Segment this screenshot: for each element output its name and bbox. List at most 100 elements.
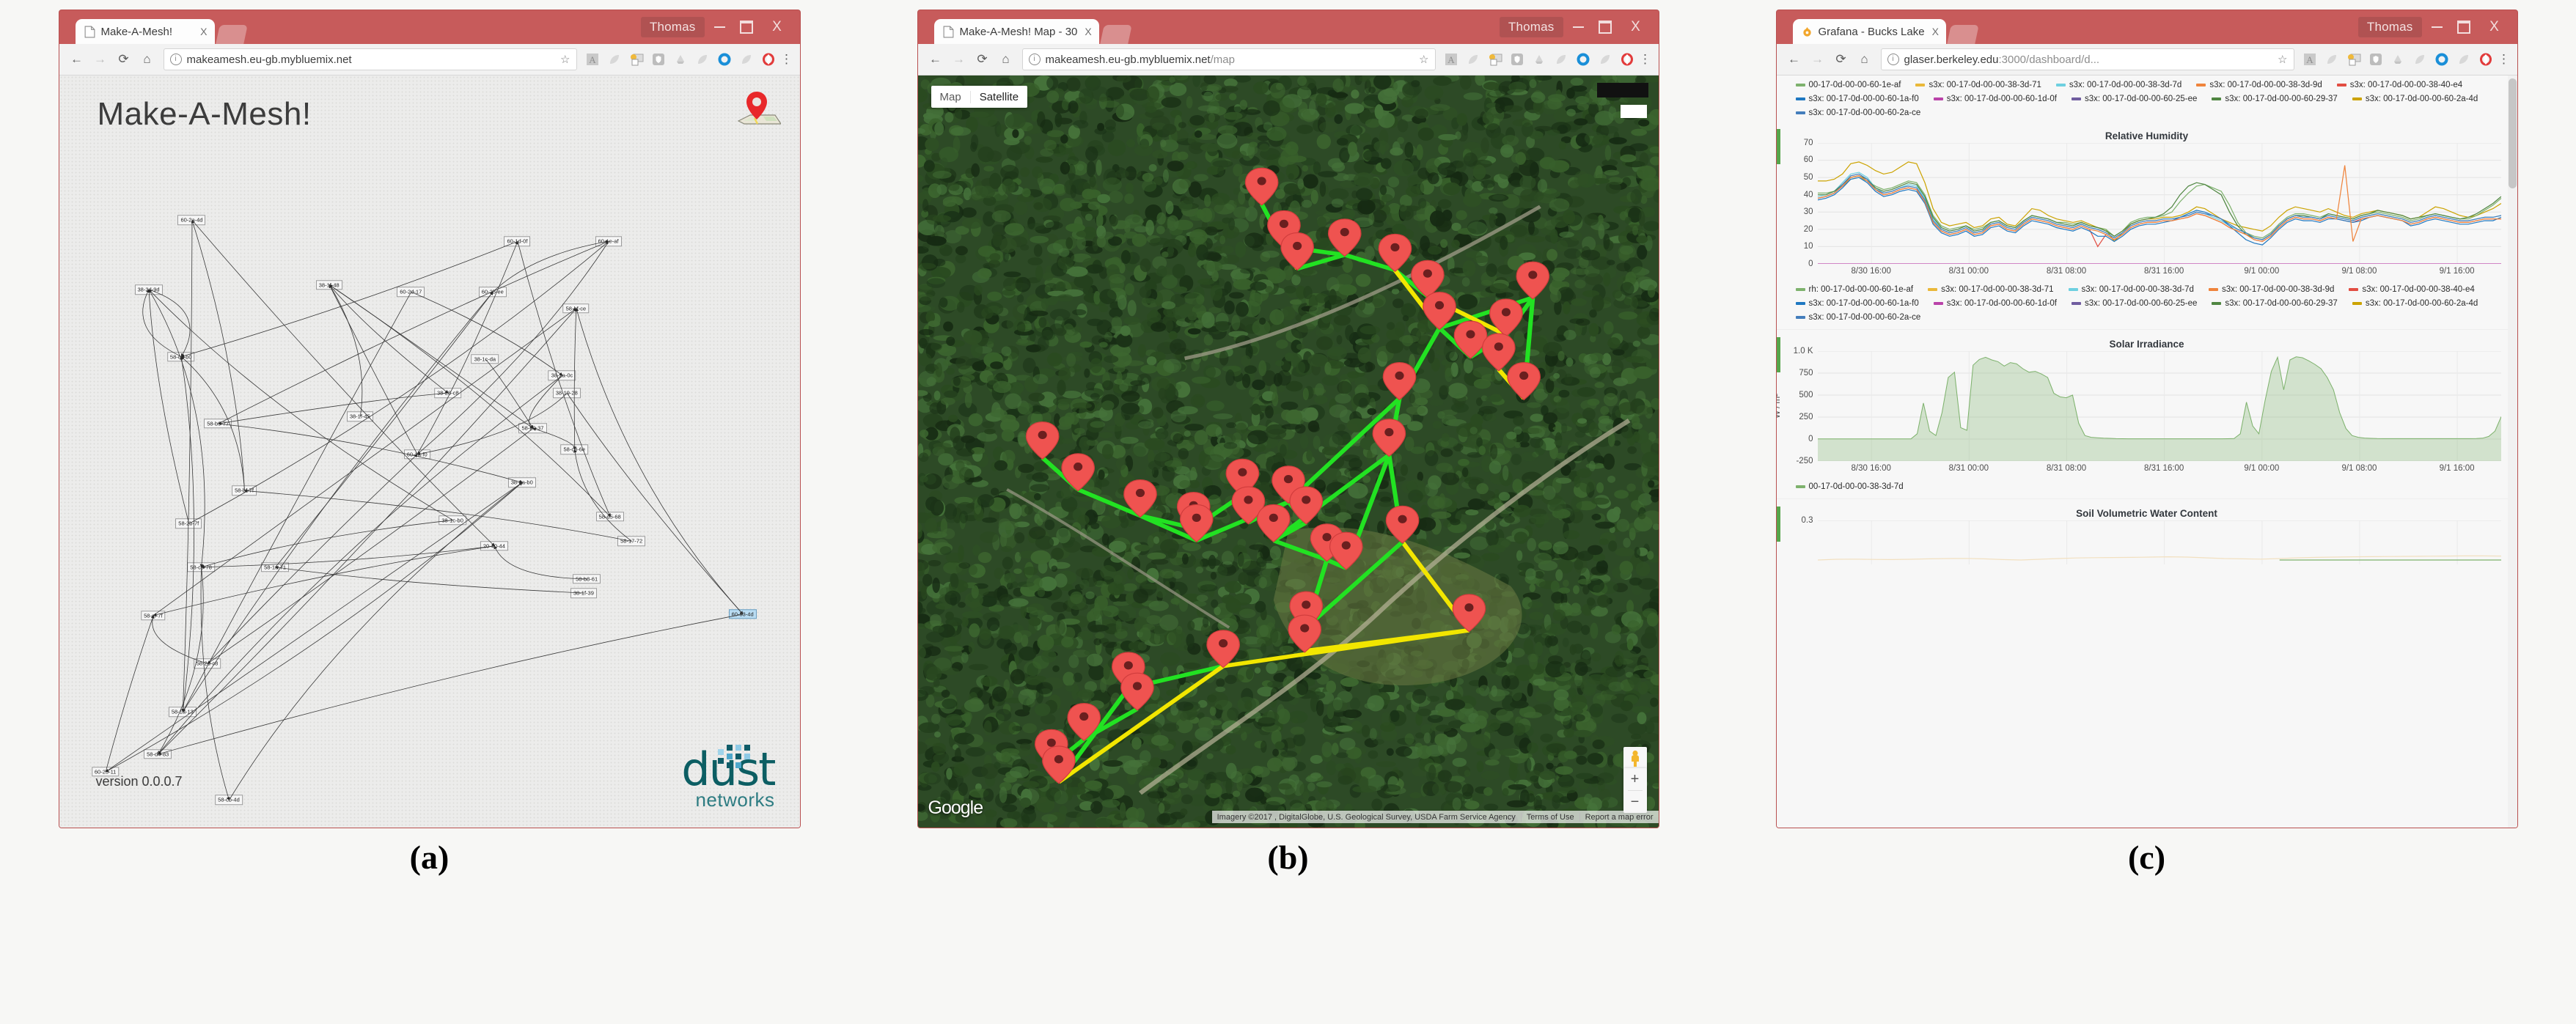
mesh-node[interactable]: 20-40-44: [480, 541, 508, 551]
home-button[interactable]: ⌂: [997, 50, 1016, 69]
mesh-node[interactable]: 58-1a-13: [168, 707, 197, 717]
mesh-node[interactable]: 38-1f-48: [315, 279, 342, 290]
legend-item[interactable]: s3x: 00-17-0d-00-00-60-1d-0f: [1933, 297, 2057, 311]
forward-button[interactable]: →: [950, 50, 969, 69]
new-tab-button[interactable]: [1947, 25, 1979, 44]
legend-item[interactable]: s3x: 00-17-0d-00-00-38-3d-7d: [2068, 283, 2194, 297]
bookmark-star-icon[interactable]: ☆: [2278, 53, 2287, 66]
legend-item[interactable]: s3x: 00-17-0d-00-00-60-2a-ce: [1795, 311, 1920, 325]
opera-extension-icon[interactable]: [760, 51, 777, 68]
legend-item[interactable]: s3x: 00-17-0d-00-00-60-1d-0f: [1933, 92, 2057, 106]
map-type-control[interactable]: Map Satellite: [931, 86, 1028, 108]
reload-button[interactable]: ⟳: [114, 50, 133, 69]
browser-menu-button[interactable]: ⋮: [779, 52, 794, 67]
legend-item[interactable]: s3x: 00-17-0d-00-00-60-2a-4d: [2352, 297, 2478, 311]
bookmark-star-icon[interactable]: ☆: [560, 53, 570, 66]
pdf-extension-icon[interactable]: A: [584, 51, 601, 68]
drive-extension-icon[interactable]: [2389, 51, 2407, 68]
leaf3-extension-icon[interactable]: [738, 51, 755, 68]
site-info-icon[interactable]: i: [1028, 54, 1041, 65]
shield-extension-icon[interactable]: [2367, 51, 2385, 68]
mesh-node[interactable]: 58-ca-b0: [166, 351, 195, 362]
mesh-node[interactable]: 58-cf-7f: [141, 610, 166, 621]
new-tab-button[interactable]: [1099, 25, 1132, 44]
leaf-extension-icon[interactable]: [2323, 51, 2341, 68]
site-info-icon[interactable]: i: [169, 54, 182, 65]
scrollbar-thumb[interactable]: [2508, 78, 2517, 188]
legend-item[interactable]: s3x: 00-17-0d-00-00-60-2a-ce: [1795, 106, 1920, 120]
pdf-extension-icon[interactable]: A: [1442, 51, 1460, 68]
mesh-node[interactable]: 60-1e-af: [595, 236, 622, 246]
close-button[interactable]: X: [765, 18, 790, 37]
mesh-node[interactable]: 60-1d-0f: [504, 236, 531, 246]
drive-extension-icon[interactable]: [672, 51, 689, 68]
tab-grafana[interactable]: Grafana - Bucks Lake X: [1792, 19, 1946, 44]
mesh-node[interactable]: 58-c8-6e: [560, 444, 589, 455]
profile-chip[interactable]: Thomas: [1499, 17, 1563, 37]
mesh-node[interactable]: 58-cb-4d: [215, 795, 243, 806]
leaf-extension-icon[interactable]: [606, 51, 623, 68]
mesh-node[interactable]: 38-2a-0c: [548, 370, 576, 380]
shield-extension-icon[interactable]: [1508, 51, 1526, 68]
browser-menu-button[interactable]: ⋮: [1638, 52, 1653, 67]
mesh-node[interactable]: 58-b8-61: [573, 574, 601, 584]
legend-item[interactable]: s3x: 00-17-0d-00-00-38-40-e4: [2349, 283, 2475, 297]
legend-item[interactable]: s3x: 00-17-0d-00-00-60-2a-4d: [2352, 92, 2478, 106]
legend-item[interactable]: 00-17-0d-00-00-38-3d-7d: [1795, 480, 1904, 494]
leaf2-extension-icon[interactable]: [694, 51, 711, 68]
page-scrollbar[interactable]: [2507, 75, 2517, 828]
mesh-node[interactable]: 58-c9-78: [187, 562, 215, 572]
mesh-node[interactable]: 58-1a-71: [261, 562, 290, 572]
mesh-node[interactable]: 38-19-28: [552, 388, 581, 399]
reload-button[interactable]: ⟳: [1832, 50, 1851, 69]
browser-menu-button[interactable]: ⋮: [2497, 52, 2511, 67]
mesh-node[interactable]: 38-1c-b0: [438, 515, 466, 526]
legend-item[interactable]: s3x: 00-17-0d-00-00-38-3d-9d: [2208, 283, 2334, 297]
mesh-node[interactable]: 60-53-4d: [728, 609, 757, 619]
legend-item[interactable]: s3x: 00-17-0d-00-00-38-3d-71: [1915, 78, 2041, 92]
address-bar[interactable]: i makeamesh.eu-gb.mybluemix.net ☆: [163, 48, 577, 70]
mesh-node[interactable]: 38-1f-39: [570, 588, 597, 598]
zoom-out-button[interactable]: −: [1623, 791, 1647, 813]
mesh-node[interactable]: 60-1a-f0: [403, 449, 430, 460]
map-type-satellite[interactable]: Satellite: [969, 90, 1027, 103]
legend-item[interactable]: s3x: 00-17-0d-00-00-60-25-ee: [2071, 297, 2197, 311]
forward-button[interactable]: →: [91, 50, 110, 69]
tab-close-button[interactable]: X: [1932, 26, 1939, 37]
minimize-button[interactable]: [2425, 18, 2450, 37]
legend-item[interactable]: 00-17-0d-00-00-60-1e-af: [1795, 78, 1901, 92]
mesh-node[interactable]: 38-1c-da: [471, 353, 499, 364]
address-bar[interactable]: i makeamesh.eu-gb.mybluemix.net/map ☆: [1021, 48, 1436, 70]
map-pin-link-button[interactable]: [733, 89, 782, 134]
legend-item[interactable]: s3x: 00-17-0d-00-00-60-1a-f0: [1795, 297, 1919, 311]
blue-ring-extension-icon[interactable]: [1574, 51, 1592, 68]
mesh-node[interactable]: 38-28-c8: [433, 388, 462, 399]
new-tab-button[interactable]: [215, 25, 248, 44]
shield-extension-icon[interactable]: [650, 51, 667, 68]
home-button[interactable]: ⌂: [138, 50, 157, 69]
site-info-icon[interactable]: i: [1887, 54, 1899, 65]
reload-button[interactable]: ⟳: [973, 50, 992, 69]
close-button[interactable]: X: [1623, 18, 1648, 37]
blue-ring-extension-icon[interactable]: [2433, 51, 2451, 68]
mesh-node[interactable]: 58-29-37: [518, 423, 547, 434]
legend-item[interactable]: s3x: 00-17-0d-00-00-60-25-ee: [2071, 92, 2197, 106]
legend-item[interactable]: s3x: 00-17-0d-00-00-38-3d-71: [1928, 283, 2054, 297]
tab-make-a-mesh-map[interactable]: Make-A-Mesh! Map - 30 X: [933, 19, 1099, 44]
profile-chip[interactable]: Thomas: [2357, 17, 2422, 37]
maximize-button[interactable]: [734, 18, 759, 37]
back-button[interactable]: ←: [926, 50, 945, 69]
maximize-button[interactable]: [1593, 18, 1618, 37]
legend-item[interactable]: s3x: 00-17-0d-00-00-60-1a-f0: [1795, 92, 1919, 106]
address-bar[interactable]: i glaser.berkeley.edu:3000/dashboard/d..…: [1880, 48, 2294, 70]
forward-button[interactable]: →: [1808, 50, 1827, 69]
home-button[interactable]: ⌂: [1855, 50, 1874, 69]
mesh-node[interactable]: 58-d5-68: [595, 512, 624, 522]
google-map[interactable]: Map Satellite + − Google Imagery ©2017 ,…: [917, 75, 1659, 828]
legend-item[interactable]: s3x: 00-17-0d-00-00-60-29-37: [2212, 297, 2338, 311]
terms-of-use-link[interactable]: Terms of Use: [1520, 812, 1579, 822]
mesh-node[interactable]: 60-25-ee: [478, 287, 507, 297]
pegman-street-view-icon[interactable]: [1623, 747, 1647, 770]
mesh-node[interactable]: 38-2a-b0: [507, 477, 536, 487]
mesh-node[interactable]: 38-1f-45: [346, 411, 373, 422]
